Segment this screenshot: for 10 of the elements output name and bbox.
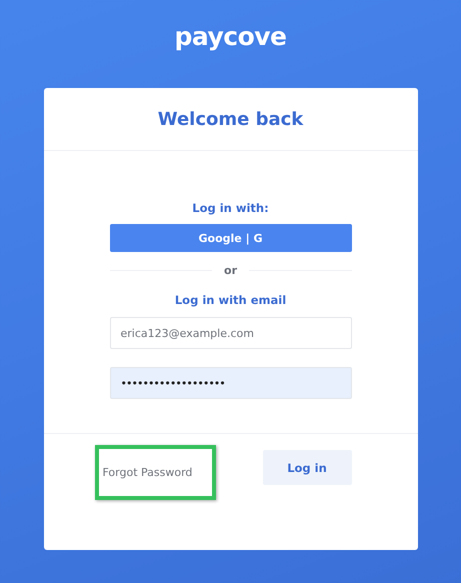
forgot-password-link[interactable]: Forgot Password <box>94 445 216 500</box>
password-field[interactable]: ••••••••••••••••••• <box>110 367 352 399</box>
google-login-button[interactable]: Google | G <box>110 224 352 252</box>
login-button[interactable]: Log in <box>262 450 352 485</box>
separator-text: or <box>224 264 237 277</box>
logo: paycove <box>174 21 287 53</box>
email-field[interactable]: erica123@example.com <box>110 317 352 349</box>
social-heading: Log in with: <box>191 201 270 215</box>
card-title: Welcome back <box>158 108 304 130</box>
email-heading: Log in with email <box>174 293 288 307</box>
